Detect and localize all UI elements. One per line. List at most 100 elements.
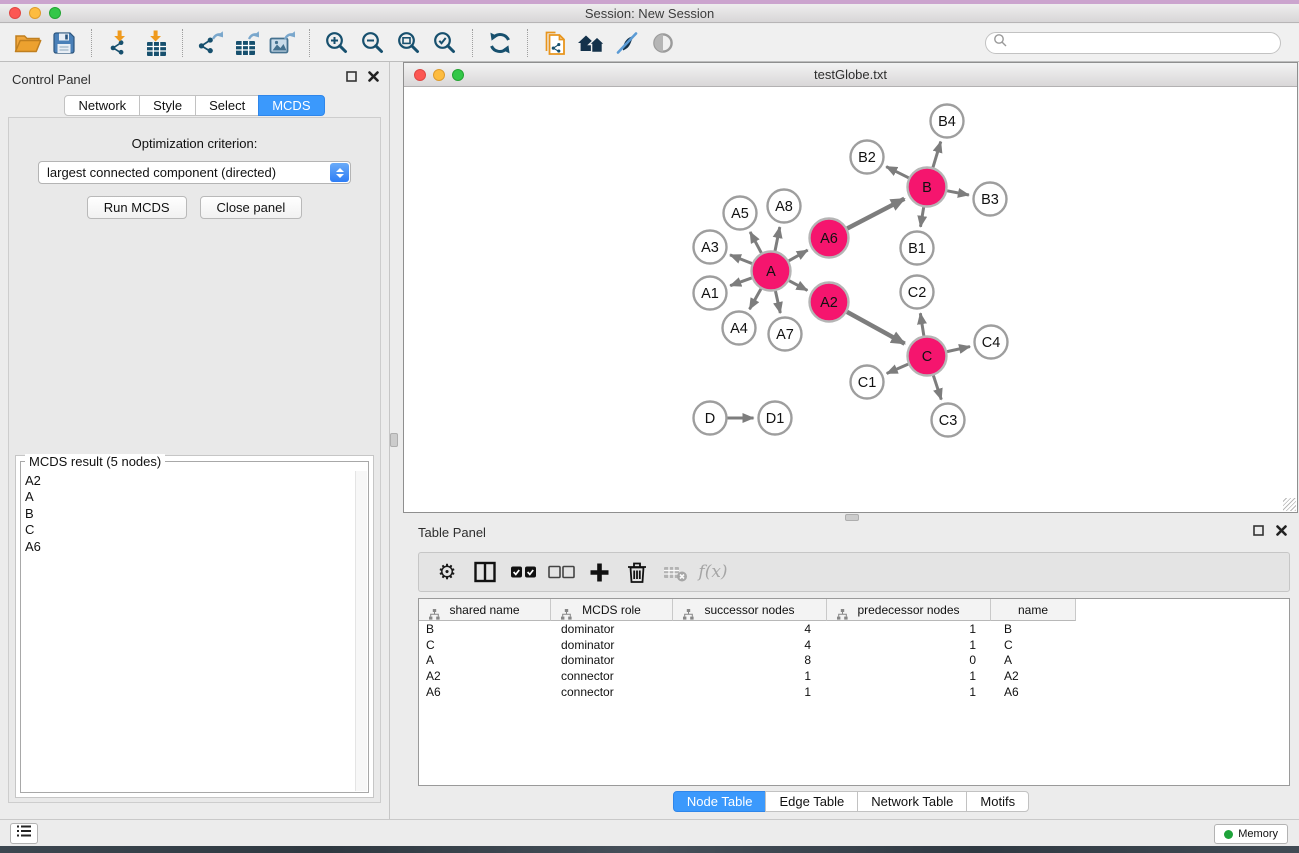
resize-grip-icon[interactable] (1283, 498, 1296, 511)
gear-icon[interactable]: ⚙ (428, 558, 466, 586)
edge-C-C3[interactable] (933, 375, 941, 399)
export-image-icon[interactable] (264, 28, 300, 58)
table-panel-float-icon[interactable] (1253, 525, 1264, 536)
cell-MCDS-role[interactable]: connector (551, 685, 673, 699)
cell-predecessor-nodes[interactable]: 1 (827, 685, 991, 699)
tab-mcds[interactable]: MCDS (258, 95, 324, 116)
cell-shared-name[interactable]: C (419, 638, 551, 652)
mcds-result-item[interactable]: A2 (25, 473, 368, 489)
cell-MCDS-role[interactable]: connector (551, 669, 673, 683)
edge-A6-B[interactable] (847, 199, 904, 229)
edge-A-A8[interactable] (775, 227, 780, 251)
minimize-window-button[interactable] (29, 7, 41, 19)
edge-A-A4[interactable] (750, 289, 761, 309)
cell-MCDS-role[interactable]: dominator (551, 638, 673, 652)
tab-style[interactable]: Style (139, 95, 196, 116)
control-panel-float-icon[interactable] (346, 71, 357, 82)
cell-shared-name[interactable]: A2 (419, 669, 551, 683)
cell-predecessor-nodes[interactable]: 1 (827, 638, 991, 652)
vertical-splitter-thumb[interactable] (390, 433, 398, 447)
edge-A-A6[interactable] (789, 250, 808, 261)
close-window-button[interactable] (9, 7, 21, 19)
cell-shared-name[interactable]: A (419, 653, 551, 667)
network-close-button[interactable] (414, 69, 426, 81)
cell-successor-nodes[interactable]: 4 (673, 638, 827, 652)
network-canvas[interactable]: B4B2BB3A5A8A6A3B1AA1C2A2A4A7CC4C1C3DD1 (404, 88, 1297, 512)
edge-C-C4[interactable] (947, 347, 970, 352)
run-mcds-button[interactable]: Run MCDS (87, 196, 187, 219)
status-menu-button[interactable] (10, 823, 38, 844)
eye-icon[interactable] (645, 28, 681, 58)
cell-MCDS-role[interactable]: dominator (551, 653, 673, 667)
column-header-shared-name[interactable]: shared name (419, 599, 551, 621)
node-B1[interactable]: B1 (901, 232, 934, 265)
cell-predecessor-nodes[interactable]: 0 (827, 653, 991, 667)
cell-successor-nodes[interactable]: 4 (673, 622, 827, 636)
node-C4[interactable]: C4 (975, 326, 1008, 359)
zoom-out-icon[interactable] (355, 28, 391, 58)
add-row-icon[interactable] (580, 558, 618, 586)
edge-A-A1[interactable] (730, 278, 751, 286)
node-A2[interactable]: A2 (810, 283, 849, 322)
zoom-window-button[interactable] (49, 7, 61, 19)
column-header-predecessor-nodes[interactable]: predecessor nodes (827, 599, 991, 621)
open-folder-icon[interactable] (10, 28, 46, 58)
table-row[interactable]: A6connector11A6 (419, 684, 1289, 700)
home-icon[interactable] (573, 28, 609, 58)
tab-motifs[interactable]: Motifs (966, 791, 1029, 812)
node-B2[interactable]: B2 (851, 141, 884, 174)
result-scrollbar[interactable] (355, 471, 367, 791)
edge-B-B2[interactable] (886, 167, 908, 178)
mcds-result-item[interactable]: A (25, 489, 368, 505)
edge-A-A2[interactable] (789, 281, 807, 291)
save-icon[interactable] (46, 28, 82, 58)
control-panel-close-icon[interactable] (368, 71, 379, 82)
column-header-successor-nodes[interactable]: successor nodes (673, 599, 827, 621)
criterion-dropdown[interactable]: largest connected component (directed) (38, 161, 351, 184)
cell-name[interactable]: C (991, 638, 1076, 652)
node-C2[interactable]: C2 (901, 276, 934, 309)
network-window-titlebar[interactable]: testGlobe.txt (404, 63, 1297, 87)
import-network-icon[interactable] (101, 28, 137, 58)
mcds-result-item[interactable]: C (25, 522, 368, 538)
node-A3[interactable]: A3 (694, 231, 727, 264)
node-A6[interactable]: A6 (810, 219, 849, 258)
hide-labels-icon[interactable] (609, 28, 645, 58)
export-table-icon[interactable] (228, 28, 264, 58)
node-B[interactable]: B (908, 168, 947, 207)
column-header-name[interactable]: name (991, 599, 1076, 621)
node-C[interactable]: C (908, 337, 947, 376)
node-C3[interactable]: C3 (932, 404, 965, 437)
cell-name[interactable]: A2 (991, 669, 1076, 683)
node-B3[interactable]: B3 (974, 183, 1007, 216)
edge-B-B4[interactable] (933, 142, 941, 168)
cell-name[interactable]: B (991, 622, 1076, 636)
edge-B-B3[interactable] (947, 191, 969, 195)
tab-node-table[interactable]: Node Table (673, 791, 767, 812)
mcds-result-item[interactable]: B (25, 506, 368, 522)
edge-C-C2[interactable] (920, 313, 924, 336)
zoom-in-icon[interactable] (319, 28, 355, 58)
edge-C-C1[interactable] (887, 364, 908, 373)
node-A[interactable]: A (752, 252, 791, 291)
node-A4[interactable]: A4 (723, 312, 756, 345)
zoom-selected-icon[interactable] (427, 28, 463, 58)
cell-shared-name[interactable]: A6 (419, 685, 551, 699)
delete-row-icon[interactable] (618, 558, 656, 586)
column-header-MCDS-role[interactable]: MCDS role (551, 599, 673, 621)
edge-A-A7[interactable] (775, 291, 780, 313)
cell-shared-name[interactable]: B (419, 622, 551, 636)
deselect-all-icon[interactable] (542, 558, 580, 586)
cell-successor-nodes[interactable]: 8 (673, 653, 827, 667)
search-input[interactable] (1011, 36, 1273, 50)
edge-A2-C[interactable] (847, 312, 905, 344)
copy-network-icon[interactable] (537, 28, 573, 58)
cell-name[interactable]: A (991, 653, 1076, 667)
refresh-icon[interactable] (482, 28, 518, 58)
network-zoom-button[interactable] (452, 69, 464, 81)
cell-MCDS-role[interactable]: dominator (551, 622, 673, 636)
node-D[interactable]: D (694, 402, 727, 435)
node-B4[interactable]: B4 (931, 105, 964, 138)
cell-predecessor-nodes[interactable]: 1 (827, 669, 991, 683)
edge-A-A5[interactable] (750, 232, 761, 253)
